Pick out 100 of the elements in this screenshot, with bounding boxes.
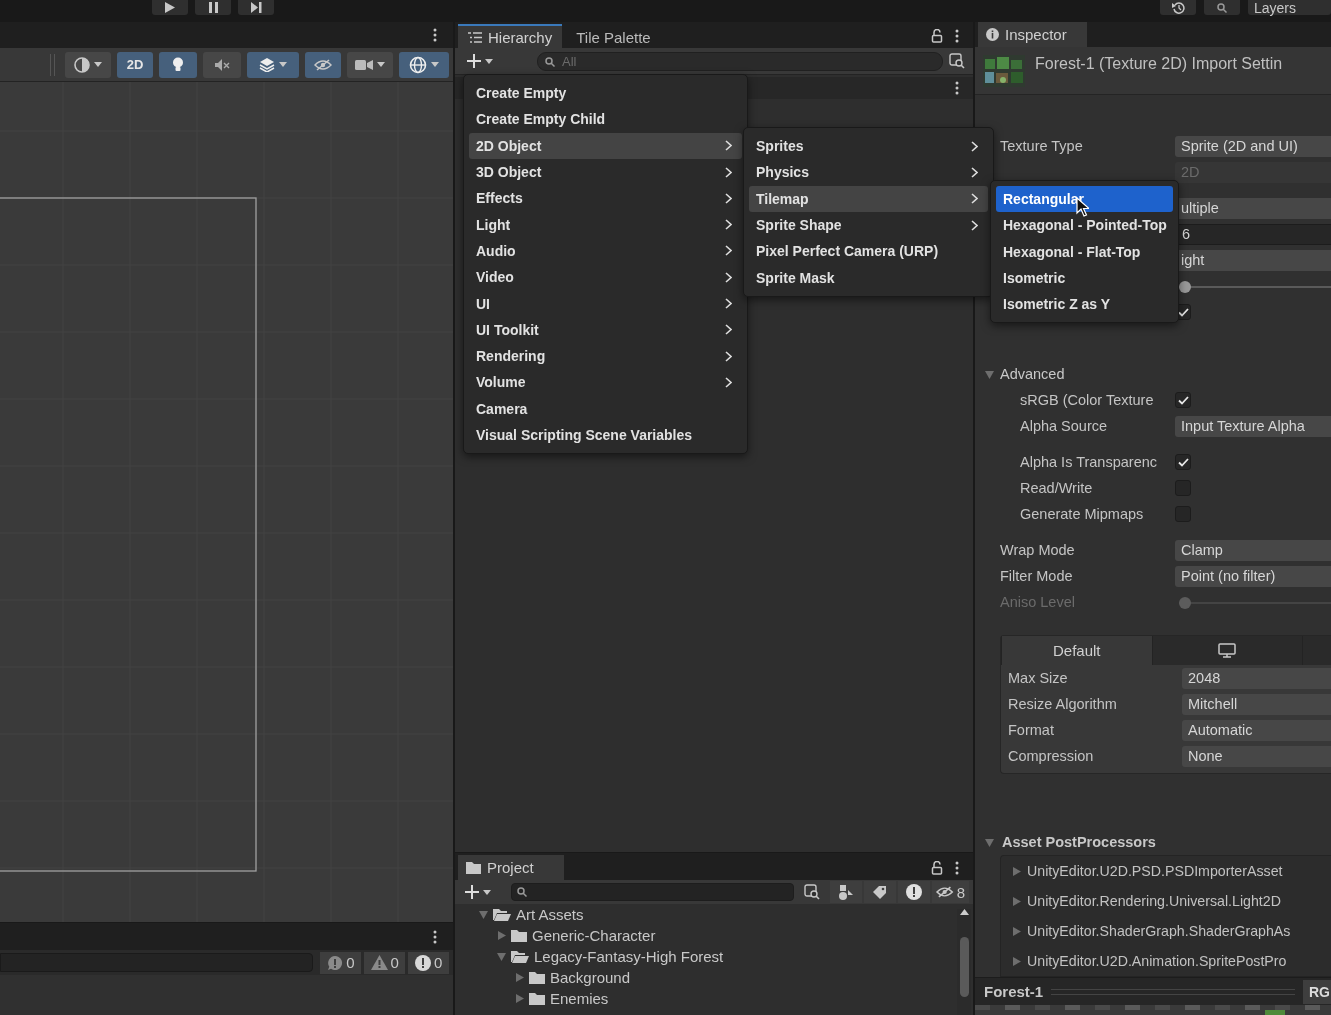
folder-label[interactable]: Generic-Character — [532, 927, 656, 944]
dropdown[interactable]: Automatic — [1182, 719, 1331, 741]
shapes-icon — [838, 884, 855, 900]
lock-icon[interactable] — [931, 860, 943, 875]
field-label: Resize Algorithm — [1007, 696, 1117, 712]
shading-toggle[interactable] — [65, 51, 111, 78]
dropdown[interactable]: None — [1182, 745, 1331, 767]
panel-tab[interactable]: Inspector — [978, 22, 1087, 47]
collapsed-arrow-icon[interactable] — [1013, 956, 1021, 966]
camera-toggle[interactable] — [347, 51, 393, 78]
dropdown[interactable]: Mitchell — [1182, 693, 1331, 715]
menu-item[interactable]: Create Empty Child — [469, 106, 742, 133]
menu-item[interactable]: Volume — [469, 369, 742, 396]
expanded-arrow-icon[interactable] — [985, 839, 994, 847]
collapsed-arrow-icon[interactable] — [1013, 926, 1021, 936]
postprocessor-name[interactable]: UnityEditor.U2D.PSD.PSDImporterAsset — [1027, 863, 1283, 879]
search-field[interactable] — [511, 883, 795, 901]
hidden-packages-button[interactable]: 8 — [932, 881, 969, 903]
collapsed-arrow-icon[interactable] — [515, 973, 524, 982]
collapsed-arrow-icon[interactable] — [1013, 866, 1021, 876]
collapsed-arrow-icon[interactable] — [1013, 896, 1021, 906]
checkbox[interactable] — [1175, 454, 1191, 470]
checkmark-icon — [1177, 457, 1189, 467]
audio-toggle[interactable] — [203, 51, 241, 78]
visibility-toggle[interactable] — [305, 51, 341, 78]
more-icon[interactable] — [433, 28, 437, 42]
menu-item[interactable]: Camera — [469, 395, 742, 422]
light-toggle[interactable] — [159, 51, 197, 78]
menu-item[interactable]: Audio — [469, 237, 742, 265]
step-button[interactable] — [238, 0, 274, 15]
menu-item[interactable]: Rectangular — [996, 186, 1173, 213]
more-icon[interactable] — [955, 81, 959, 95]
folder-label[interactable]: Legacy-Fantasy-High Forest — [534, 948, 724, 965]
panel-tab[interactable]: Hierarchy — [458, 24, 563, 48]
panel-tab[interactable]: Project — [458, 855, 564, 880]
menu-item[interactable]: Hexagonal - Flat-Top — [996, 238, 1173, 265]
menu-item[interactable]: Visual Scripting Scene Variables — [469, 421, 742, 449]
menu-item[interactable]: Effects — [469, 185, 742, 212]
postprocessor-name[interactable]: UnityEditor.Rendering.Universal.Light2D — [1027, 893, 1281, 909]
warning-count-button[interactable]: 0 — [364, 951, 406, 974]
scroll-up-icon[interactable] — [959, 909, 969, 915]
collapsed-arrow-icon[interactable] — [515, 994, 524, 1003]
layers-dropdown[interactable]: Layers — [1248, 0, 1331, 15]
dropdown[interactable]: Input Texture Alpha — [1175, 415, 1331, 437]
menu-item[interactable]: Video — [469, 264, 742, 291]
menu-item[interactable]: Physics — [749, 159, 988, 186]
menu-item[interactable]: Create Empty — [469, 80, 742, 107]
menu-item[interactable]: Light — [469, 211, 742, 238]
expanded-arrow-icon[interactable] — [497, 952, 506, 961]
menu-item[interactable]: Sprite Mask — [749, 264, 988, 291]
menu-item[interactable]: 3D Object — [469, 158, 742, 186]
collapsed-arrow-icon[interactable] — [497, 931, 506, 940]
expanded-arrow-icon[interactable] — [479, 910, 488, 919]
lock-icon[interactable] — [931, 29, 943, 43]
pause-button[interactable] — [195, 0, 231, 15]
info-count-button[interactable]: 0 — [320, 951, 362, 974]
postprocessor-name[interactable]: UnityEditor.ShaderGraph.ShaderGraphAs — [1027, 923, 1291, 939]
effects-toggle[interactable] — [247, 51, 299, 78]
folder-label[interactable]: Enemies — [550, 990, 609, 1007]
menu-item[interactable]: Sprites — [749, 133, 988, 160]
more-icon[interactable] — [955, 860, 959, 875]
checkbox[interactable] — [1175, 392, 1191, 408]
folder-icon — [466, 861, 481, 874]
menu-item[interactable]: UI — [469, 290, 742, 317]
expanded-arrow-icon[interactable] — [985, 371, 994, 379]
menu-item[interactable]: Sprite Shape — [749, 211, 988, 239]
dropdown[interactable]: Point (no filter) — [1175, 565, 1331, 587]
history-button[interactable] — [1160, 0, 1196, 15]
folder-label[interactable]: Art Assets — [516, 906, 584, 923]
channel-button[interactable]: RG — [1303, 979, 1331, 1004]
play-button[interactable] — [152, 0, 188, 15]
menu-item[interactable]: Tilemap — [749, 185, 988, 212]
slider-thumb[interactable] — [1179, 280, 1191, 293]
platform-tab[interactable] — [1151, 636, 1303, 665]
filter-by-label-button[interactable] — [864, 881, 897, 903]
section-title[interactable]: Advanced — [1000, 366, 1065, 382]
search-field[interactable]: All — [537, 51, 943, 71]
postprocessor-name[interactable]: UnityEditor.U2D.Animation.SpritePostPro — [1027, 953, 1287, 969]
menu-item[interactable]: Pixel Perfect Camera (URP) — [749, 238, 988, 265]
filter-by-log-button[interactable] — [898, 881, 931, 903]
menu-item[interactable]: Isometric Z as Y — [996, 291, 1173, 318]
view-mode-toggle[interactable]: 2D — [117, 51, 153, 78]
search-button[interactable] — [1204, 0, 1240, 15]
error-count-button[interactable]: 0 — [408, 951, 449, 974]
more-icon[interactable] — [955, 29, 959, 43]
menu-item[interactable]: Rendering — [469, 342, 742, 370]
menu-item[interactable]: 2D Object — [469, 132, 742, 159]
section-title[interactable]: Asset PostProcessors — [1002, 834, 1156, 850]
more-icon[interactable] — [433, 929, 437, 944]
dropdown[interactable]: Clamp — [1175, 539, 1331, 561]
menu-item[interactable]: Hexagonal - Pointed-Top — [996, 212, 1173, 239]
panel-tab[interactable]: Tile Palette — [566, 24, 661, 48]
folder-label[interactable]: Background — [550, 969, 631, 986]
dropdown[interactable]: 2048 — [1182, 667, 1331, 689]
gizmos-toggle[interactable] — [399, 51, 449, 78]
dropdown[interactable]: Sprite (2D and UI) — [1175, 135, 1331, 157]
filter-by-type-button[interactable] — [830, 881, 863, 903]
eye-slash-icon — [314, 58, 332, 71]
menu-item[interactable]: Isometric — [996, 264, 1173, 292]
menu-item[interactable]: UI Toolkit — [469, 316, 742, 343]
